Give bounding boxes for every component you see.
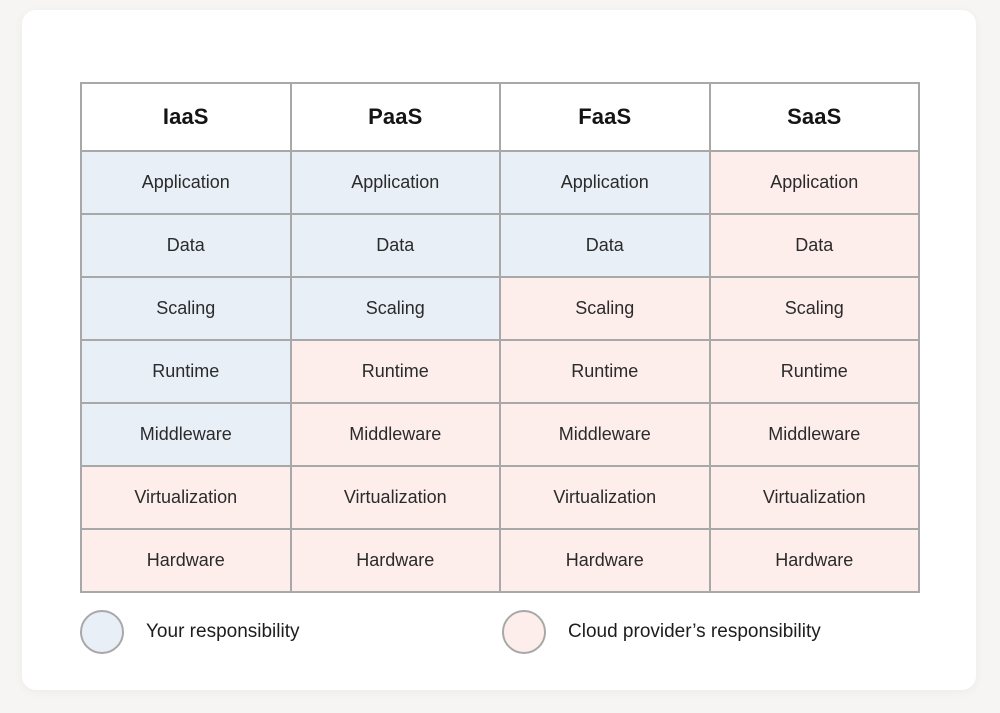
matrix-cell: Middleware — [708, 402, 920, 467]
matrix-cell: Virtualization — [289, 465, 501, 530]
table-row: Hardware Hardware Hardware Hardware — [80, 528, 920, 593]
table-row: Virtualization Virtualization Virtualizati… — [80, 465, 920, 530]
table-row: Application Application Application Applica… — [80, 150, 920, 215]
table-body: Application Application Application Applica… — [80, 150, 920, 593]
legend: Your responsibility Cloud provider’s resp… — [80, 608, 920, 666]
matrix-cell: Data — [289, 213, 501, 278]
matrix-cell: Application — [289, 150, 501, 215]
table-row: Scaling Scaling Scaling Scaling — [80, 276, 920, 341]
table-header: IaaS PaaS FaaS SaaS — [80, 82, 920, 152]
matrix-cell: Scaling — [499, 276, 711, 341]
legend-item: Cloud provider’s responsibility — [502, 608, 821, 656]
matrix-cell: Application — [80, 150, 292, 215]
matrix-cell: Middleware — [289, 402, 501, 467]
matrix-cell: Data — [708, 213, 920, 278]
matrix-cell: Runtime — [289, 339, 501, 404]
diagram-card: IaaS PaaS FaaS SaaS Application Applicati… — [22, 10, 976, 690]
table-header-row: IaaS PaaS FaaS SaaS — [80, 82, 920, 152]
matrix-cell: Runtime — [499, 339, 711, 404]
table-row: Middleware Middleware Middleware Middleware — [80, 402, 920, 467]
matrix-cell: Hardware — [708, 528, 920, 593]
table-row: Runtime Runtime Runtime Runtime — [80, 339, 920, 404]
matrix-cell: Middleware — [499, 402, 711, 467]
legend-label: Cloud provider’s responsibility — [568, 621, 821, 642]
legend-circle-icon — [502, 610, 546, 654]
legend-label: Your responsibility — [146, 621, 300, 642]
column-header-iaas: IaaS — [80, 82, 292, 152]
matrix-cell: Scaling — [708, 276, 920, 341]
matrix-cell: Scaling — [80, 276, 292, 341]
matrix-cell: Scaling — [289, 276, 501, 341]
matrix-cell: Data — [499, 213, 711, 278]
matrix-cell: Application — [499, 150, 711, 215]
matrix-cell: Virtualization — [708, 465, 920, 530]
matrix-cell: Virtualization — [80, 465, 292, 530]
matrix-cell: Hardware — [289, 528, 501, 593]
table-row: Data Data Data Data — [80, 213, 920, 278]
column-header-faas: FaaS — [499, 82, 711, 152]
column-header-paas: PaaS — [289, 82, 501, 152]
matrix-cell: Runtime — [80, 339, 292, 404]
matrix-cell: Data — [80, 213, 292, 278]
matrix-cell: Runtime — [708, 339, 920, 404]
matrix-cell: Middleware — [80, 402, 292, 467]
legend-circle-icon — [80, 610, 124, 654]
matrix-cell: Virtualization — [499, 465, 711, 530]
matrix-cell: Application — [708, 150, 920, 215]
responsibility-matrix-table: IaaS PaaS FaaS SaaS Application Applicati… — [80, 82, 920, 593]
matrix-cell: Hardware — [80, 528, 292, 593]
column-header-saas: SaaS — [708, 82, 920, 152]
legend-item: Your responsibility — [80, 608, 300, 656]
matrix-cell: Hardware — [499, 528, 711, 593]
